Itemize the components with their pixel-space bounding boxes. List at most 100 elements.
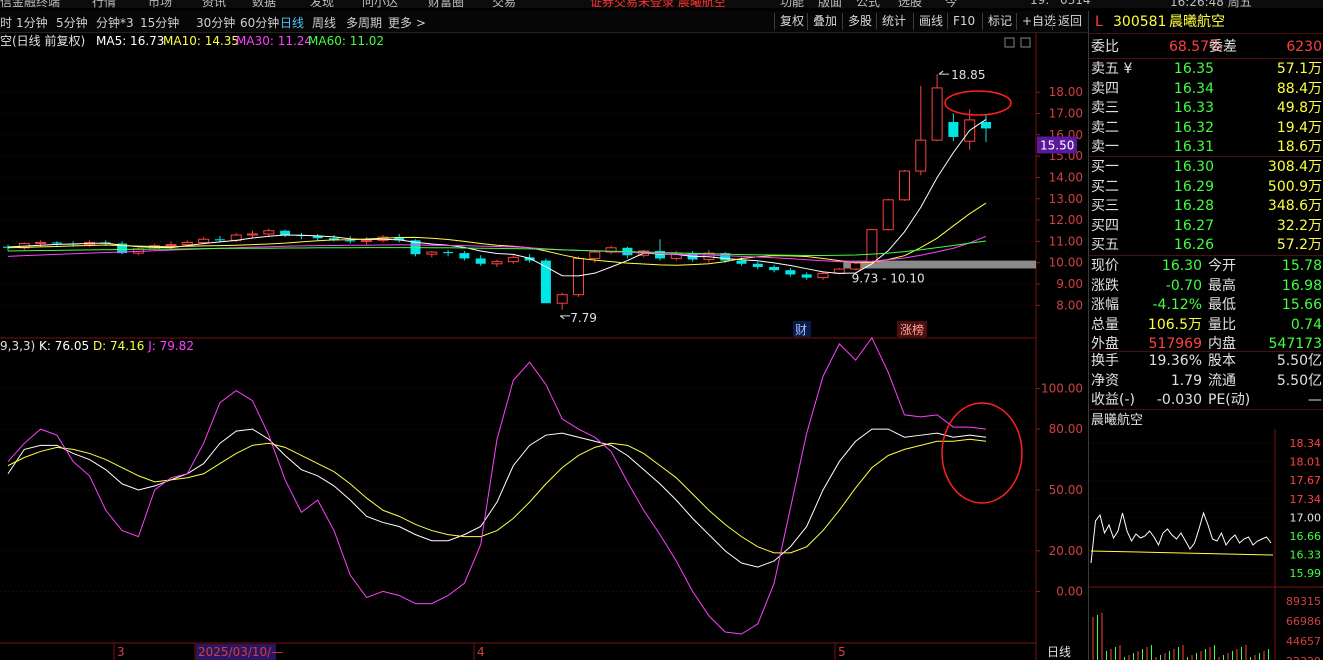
ask-row: 卖四 16.34 88.4万: [1089, 80, 1323, 99]
mini-price-line: [1090, 511, 1272, 564]
candle-body: [35, 241, 47, 245]
candle: [785, 268, 796, 277]
stat-row: 涨跌 -0.70 最高 16.98: [1089, 277, 1323, 296]
candle-body: [556, 294, 568, 304]
mini-price-label: 18.01: [1290, 456, 1322, 469]
menu-item[interactable]: 功能: [780, 0, 804, 8]
period-tab[interactable]: 分钟*3: [96, 14, 134, 31]
toolbar-button[interactable]: 多股: [842, 13, 877, 30]
low-label: 7.79: [570, 311, 597, 325]
bid-label: 买三: [1091, 198, 1119, 214]
ask-row: 卖三 16.33 49.8万: [1089, 99, 1323, 118]
candle-body: [948, 122, 959, 137]
period-tab[interactable]: 5分钟: [56, 14, 88, 31]
candle-body: [426, 251, 438, 255]
chart-settings-icon[interactable]: [1004, 37, 1015, 48]
bid-label: 买四: [1091, 217, 1119, 234]
ask-label: 卖二: [1091, 119, 1119, 136]
period-tab[interactable]: 更多 >: [388, 14, 426, 31]
stat-row: 换手 19.36% 股本 5.50亿: [1089, 352, 1323, 371]
stat-label: 量比: [1208, 316, 1236, 333]
chart-maximize-icon[interactable]: [1020, 37, 1031, 48]
stat-label: 今开: [1208, 258, 1236, 274]
price-axis-label: 17.00: [1049, 107, 1083, 121]
bid-price: 16.29: [1173, 178, 1214, 195]
stat-row: 净资 1.79 流通 5.50亿: [1089, 372, 1323, 391]
candle-body: [361, 239, 373, 242]
menu-bar: 信金融终端 行情 市场 资讯 数据 发现 问小达 财富圈 交易 证券交易未登录 晨曦航空 功能 版面 公…: [0, 0, 1323, 8]
candle: [866, 228, 878, 264]
menu-item[interactable]: 今: [945, 0, 957, 8]
period-tab[interactable]: 30分钟: [196, 14, 235, 31]
mini-chart-title: 晨曦航空: [1091, 413, 1144, 428]
menu-item[interactable]: 选股: [898, 0, 922, 8]
quote-panel: L 300581 晨曦航空 委比 68.57% 委差 6230 晨曦航空 18.…: [1088, 11, 1323, 660]
menu-item[interactable]: 公式: [856, 0, 880, 8]
menu-item[interactable]: 19:: [1030, 0, 1049, 7]
bid-volume: 32.2万: [1276, 217, 1322, 234]
price-axis-label: 8.00: [1056, 298, 1083, 312]
weibi-label: 委比: [1091, 39, 1119, 55]
period-tab[interactable]: 多周期: [346, 14, 382, 31]
candle: [882, 198, 894, 231]
menu-item[interactable]: 0314: [1060, 0, 1091, 7]
menu-item[interactable]: 发现: [310, 0, 334, 8]
bid-volume: 308.4万: [1267, 159, 1322, 175]
intraday-mini-chart: 18.34 18.01 17.67 17.34 17.00 16.66 16.33 15.99…: [1089, 429, 1323, 660]
candle: [981, 113, 991, 143]
menu-item[interactable]: 市场: [148, 0, 172, 8]
menu-item[interactable]: 信金融终端: [0, 0, 60, 8]
weicha-label: 委差: [1209, 39, 1237, 55]
period-tab[interactable]: 60分钟: [240, 14, 279, 31]
mini-price-label: 15.99: [1290, 567, 1322, 580]
ask-label: 卖三: [1091, 100, 1119, 116]
period-tab[interactable]: 1分钟: [16, 14, 48, 31]
period-label: 日线: [1047, 645, 1071, 659]
toolbar-button[interactable]: 复权: [774, 13, 809, 30]
kdj-legend-part: K: 76.05: [39, 339, 93, 353]
current-price-label: 15.50: [1040, 138, 1074, 152]
ask-row: 卖五 ¥ 16.35 57.1万: [1089, 60, 1323, 79]
period-tab[interactable]: 15分钟: [140, 14, 179, 31]
candle-body: [981, 122, 991, 129]
menu-item[interactable]: 财富圈: [428, 0, 464, 8]
candle-body: [931, 87, 943, 141]
menu-item[interactable]: 数据: [252, 0, 276, 8]
candle: [296, 232, 307, 240]
divider: [1089, 351, 1323, 352]
stat-label: 流通: [1208, 372, 1236, 389]
toolbar-button[interactable]: 返回: [1052, 13, 1087, 30]
menu-item[interactable]: 证券交易未登录 晨曦航空: [590, 0, 726, 8]
stat-row: 总量 106.5万 量比 0.74: [1089, 316, 1323, 335]
menu-item[interactable]: 版面: [818, 0, 842, 8]
stock-flag: L: [1095, 14, 1103, 30]
toolbar-button[interactable]: 画线: [913, 13, 948, 30]
stat-value: 15.78: [1281, 258, 1322, 274]
period-tab[interactable]: 时: [0, 14, 12, 31]
menu-item[interactable]: 资讯: [202, 0, 226, 8]
toolbar-button[interactable]: 标记: [982, 13, 1017, 30]
stat-label: PE(动): [1208, 392, 1251, 408]
bid-label: 买二: [1091, 178, 1119, 195]
low-marker: [559, 315, 571, 320]
bid-row: 买一 16.30 308.4万: [1089, 158, 1323, 177]
ask-volume: 19.4万: [1276, 119, 1322, 136]
kdj-axis-label: 100.00: [1041, 382, 1083, 396]
candle-body: [165, 244, 177, 247]
ask-volume: 57.1万: [1276, 61, 1322, 77]
menu-item[interactable]: 16:26:48 周五: [1170, 0, 1252, 8]
toolbar-button[interactable]: 叠加: [807, 13, 842, 30]
candle-body: [214, 239, 225, 241]
menu-item[interactable]: 行情: [92, 0, 116, 8]
candle: [948, 113, 959, 142]
period-tab[interactable]: 周线: [312, 14, 336, 31]
period-tab[interactable]: 日线: [280, 14, 304, 31]
menu-item[interactable]: 交易: [492, 0, 516, 8]
candle: [899, 169, 910, 201]
menu-item[interactable]: 问小达: [362, 0, 398, 8]
toolbar-button[interactable]: 统计: [876, 13, 911, 30]
stock-code: 300581: [1113, 14, 1167, 30]
kdj-axis-label: 80.00: [1049, 422, 1083, 436]
stat-label: 涨跌: [1091, 277, 1119, 294]
toolbar-button[interactable]: F10: [947, 13, 980, 30]
